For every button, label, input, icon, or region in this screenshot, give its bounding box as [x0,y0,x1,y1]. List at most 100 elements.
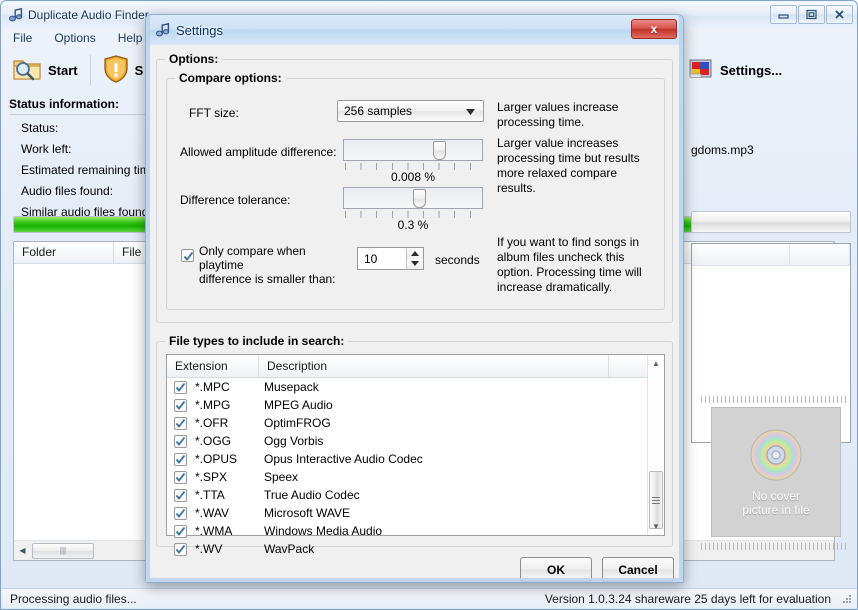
file-types-list-header: Extension Description [167,355,664,378]
stepper-buttons[interactable] [406,248,423,269]
close-button[interactable] [826,5,853,24]
music-note-icon [8,7,24,23]
file-type-checkbox[interactable] [174,398,187,412]
column-extension[interactable]: Extension [167,355,259,377]
difference-tolerance-value: 0.3 % [397,218,429,232]
toolbar-start-label: Start [48,62,78,78]
toolbar-settings-button[interactable]: Settings... [678,48,792,92]
file-type-checkbox[interactable] [174,524,187,538]
stepper-down-icon[interactable] [406,258,423,269]
file-type-description: MPEG Audio [264,398,333,412]
file-type-row[interactable]: *.TTA True Audio Codec [167,486,664,504]
file-type-extension: *.SPX [195,470,228,484]
tolerance-slider-ticks [345,211,485,218]
file-type-description: WavPack [264,542,315,556]
chevron-down-icon[interactable] [466,104,475,118]
file-type-row[interactable]: *.MPG MPEG Audio [167,396,664,414]
menu-item-help[interactable]: Help [115,30,146,46]
file-type-row[interactable]: *.WAV Microsoft WAVE [167,504,664,522]
playtime-hint: If you want to find songs in album files… [497,235,642,294]
scrollbar-thumb[interactable]: ||| [32,542,94,559]
file-types-list[interactable]: Extension Description *.MPC Musepack *.MPG… [166,354,665,556]
settings-dialog-body: Options: Compare options: FFT size: 256 … [150,45,679,582]
right-panel-bar [691,211,851,233]
compare-options-group-title: Compare options: [175,71,286,85]
scroll-left-icon[interactable]: ◀ [14,542,31,560]
file-types-group: File types to include in search: Extensi… [156,334,673,556]
music-note-icon [155,22,171,38]
minimize-button[interactable] [770,5,797,24]
playtime-seconds-stepper[interactable]: 10 [357,247,424,270]
file-type-row[interactable]: *.OGG Ogg Vorbis [167,432,664,450]
file-type-checkbox[interactable] [174,434,187,448]
file-type-extension: *.WV [195,542,223,556]
options-group: Options: Compare options: FFT size: 256 … [156,52,673,323]
playtime-label-line1: Only compare when playtime [199,244,306,272]
right-grid-column-2[interactable] [790,244,850,265]
scroll-down-icon[interactable]: ▼ [648,518,664,535]
file-types-rows[interactable]: *.MPC Musepack *.MPG MPEG Audio *.OFR OptimFR… [167,378,664,558]
warning-shield-icon [103,54,129,86]
cancel-button[interactable]: Cancel [602,557,674,582]
maximize-button[interactable] [798,5,825,24]
file-type-description: Opus Interactive Audio Codec [264,452,423,466]
file-types-scrollbar[interactable]: ▲ ▼ [647,355,664,535]
main-window-title: Duplicate Audio Finder [28,8,149,22]
tolerance-hint: Larger value increases processing time b… [497,136,640,195]
amplitude-slider-ticks [345,163,485,170]
tolerance-slider-thumb[interactable] [413,189,427,208]
file-type-row[interactable]: *.OFR OptimFROG [167,414,664,432]
playtime-label-line2: difference is smaller than: [199,272,336,286]
compare-options-group: Compare options: FFT size: 256 samples L… [166,71,665,310]
results-column-folder[interactable]: Folder [14,242,114,263]
file-type-checkbox[interactable] [174,416,187,430]
file-type-row[interactable]: *.WV WavPack [167,540,664,558]
selected-file-name: gdoms.mp3 [691,143,754,157]
fft-size-hint: Larger values increase processing time. [497,100,619,129]
file-type-description: True Audio Codec [264,488,360,502]
amplitude-slider-thumb[interactable] [433,141,447,160]
file-type-checkbox[interactable] [174,470,187,484]
file-type-description: Musepack [264,380,319,394]
fft-size-select[interactable]: 256 samples [337,100,484,122]
file-type-row[interactable]: *.OPUS Opus Interactive Audio Codec [167,450,664,468]
playtime-seconds-unit: seconds [435,253,480,267]
file-type-checkbox[interactable] [174,380,187,394]
right-grid-column-1[interactable] [692,244,790,265]
playtime-seconds-value: 10 [364,251,378,266]
file-type-description: OptimFROG [264,416,331,430]
file-type-checkbox[interactable] [174,452,187,466]
file-type-checkbox[interactable] [174,506,187,520]
file-type-checkbox[interactable] [174,542,187,556]
ok-button[interactable]: OK [520,557,592,582]
file-type-row[interactable]: *.SPX Speex [167,468,664,486]
amplitude-difference-label: Allowed amplitude difference: [180,145,337,159]
file-type-checkbox[interactable] [174,488,187,502]
amplitude-difference-slider[interactable] [343,139,483,161]
column-description[interactable]: Description [259,355,609,377]
toolbar-start-button[interactable]: Start [2,48,88,92]
window-controls [770,5,853,24]
difference-tolerance-slider[interactable] [343,187,483,209]
scroll-up-icon[interactable]: ▲ [648,355,664,372]
fft-size-label: FFT size: [189,106,239,120]
playtime-checkbox[interactable] [181,249,194,262]
main-statusbar: Processing audio files... Version 1.0.3.… [2,588,857,608]
file-type-description: Microsoft WAVE [264,506,351,520]
menu-item-options[interactable]: Options [51,30,98,46]
playtime-label: Only compare when playtime difference is… [199,244,349,286]
right-panel-grid-header [692,244,850,266]
file-type-extension: *.OFR [195,416,229,430]
menu-item-file[interactable]: File [10,30,35,46]
amplitude-difference-value: 0.008 % [390,170,436,184]
resize-grip-icon[interactable] [841,593,853,605]
file-type-row[interactable]: *.WMA Windows Media Audio [167,522,664,540]
difference-tolerance-label: Difference tolerance: [180,193,291,207]
settings-dialog-titlebar[interactable]: Settings x [146,15,683,45]
close-icon[interactable]: x [631,19,677,39]
file-type-row[interactable]: *.MPC Musepack [167,378,664,396]
stepper-up-icon[interactable] [406,248,423,259]
file-type-extension: *.OGG [195,434,232,448]
toolbar-settings-label: Settings... [720,62,783,78]
file-type-extension: *.MPC [195,380,230,394]
